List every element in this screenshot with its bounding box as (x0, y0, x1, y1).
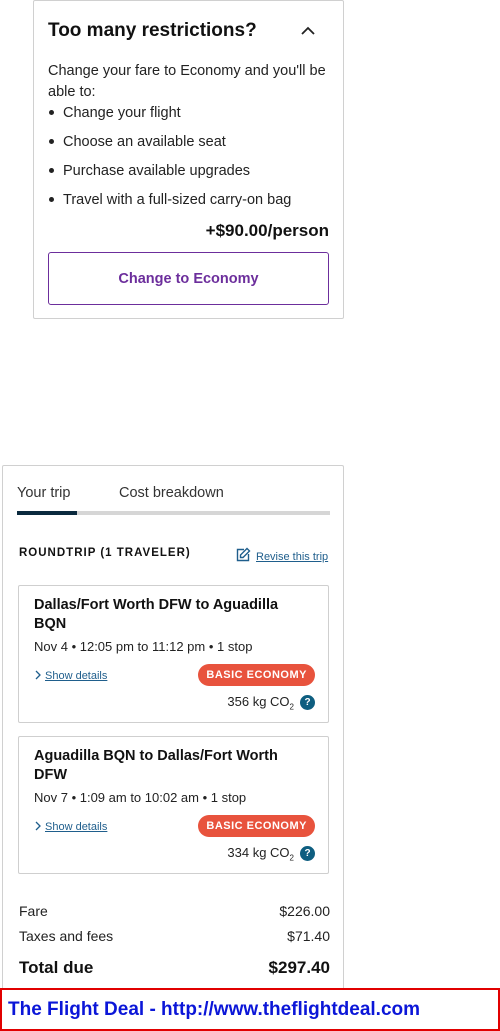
flight-card-outbound: Dallas/Fort Worth DFW to Aguadilla BQN N… (18, 585, 329, 723)
total-row: Total due $297.40 (19, 958, 330, 978)
trip-summary-card: Your trip Cost breakdown ROUNDTRIP (1 TR… (2, 465, 344, 1031)
change-to-economy-button[interactable]: Change to Economy (48, 252, 329, 305)
benefit-item: Choose an available seat (48, 132, 291, 161)
roundtrip-heading: ROUNDTRIP (1 TRAVELER) (19, 547, 191, 559)
benefit-item: Change your flight (48, 103, 291, 132)
show-details-link[interactable]: Show details (34, 818, 107, 836)
upgrade-price: +$90.00/person (205, 221, 329, 240)
benefits-list: Change your flight Choose an available s… (48, 103, 291, 219)
flight-card-return: Aguadilla BQN to Dallas/Fort Worth DFW N… (18, 736, 329, 874)
restrictions-title: Too many restrictions? (48, 20, 257, 41)
flight-route: Aguadilla BQN to Dallas/Fort Worth DFW (34, 748, 278, 783)
flight-times: Nov 7 • 1:09 am to 10:02 am • 1 stop (34, 790, 247, 805)
fare-label: Fare (19, 903, 48, 919)
restrictions-intro: Change your fare to Economy and you'll b… (48, 63, 326, 100)
help-icon[interactable]: ? (300, 695, 315, 711)
revise-trip-link[interactable]: Revise this trip (236, 547, 328, 567)
total-label: Total due (19, 958, 94, 977)
revise-trip-label: Revise this trip (256, 551, 329, 563)
co2-emissions: 334 kg CO2 ? (227, 845, 315, 863)
chevron-right-icon (34, 818, 42, 836)
tab-active-indicator (17, 511, 77, 515)
show-details-label: Show details (45, 670, 108, 682)
benefit-item: Travel with a full-sized carry-on bag (48, 190, 291, 219)
show-details-label: Show details (45, 821, 108, 833)
taxes-row: Taxes and fees $71.40 (19, 928, 330, 944)
watermark-text: The Flight Deal - http://www.theflightde… (8, 999, 421, 1020)
fare-value: $226.00 (279, 903, 330, 919)
chevron-right-icon (34, 667, 42, 685)
restrictions-card: Too many restrictions? Change your fare … (33, 0, 344, 319)
co2-value: 334 kg CO2 (227, 845, 294, 863)
co2-emissions: 356 kg CO2 ? (227, 694, 315, 712)
fare-row: Fare $226.00 (19, 903, 330, 919)
fare-class-badge: BASIC ECONOMY (198, 815, 315, 837)
help-icon[interactable]: ? (300, 846, 315, 862)
show-details-link[interactable]: Show details (34, 667, 107, 685)
taxes-label: Taxes and fees (19, 928, 114, 944)
tab-your-trip[interactable]: Your trip (17, 485, 70, 501)
benefit-item: Purchase available upgrades (48, 161, 291, 190)
chevron-up-icon[interactable] (298, 21, 318, 41)
total-value: $297.40 (268, 958, 330, 977)
fare-class-badge: BASIC ECONOMY (198, 664, 315, 686)
edit-icon (236, 547, 251, 567)
flight-times: Nov 4 • 12:05 pm to 11:12 pm • 1 stop (34, 639, 253, 654)
tab-cost-breakdown[interactable]: Cost breakdown (119, 485, 224, 501)
taxes-value: $71.40 (287, 928, 330, 944)
co2-value: 356 kg CO2 (227, 694, 294, 712)
flight-route: Dallas/Fort Worth DFW to Aguadilla BQN (34, 597, 279, 632)
watermark-banner: The Flight Deal - http://www.theflightde… (0, 988, 500, 1031)
